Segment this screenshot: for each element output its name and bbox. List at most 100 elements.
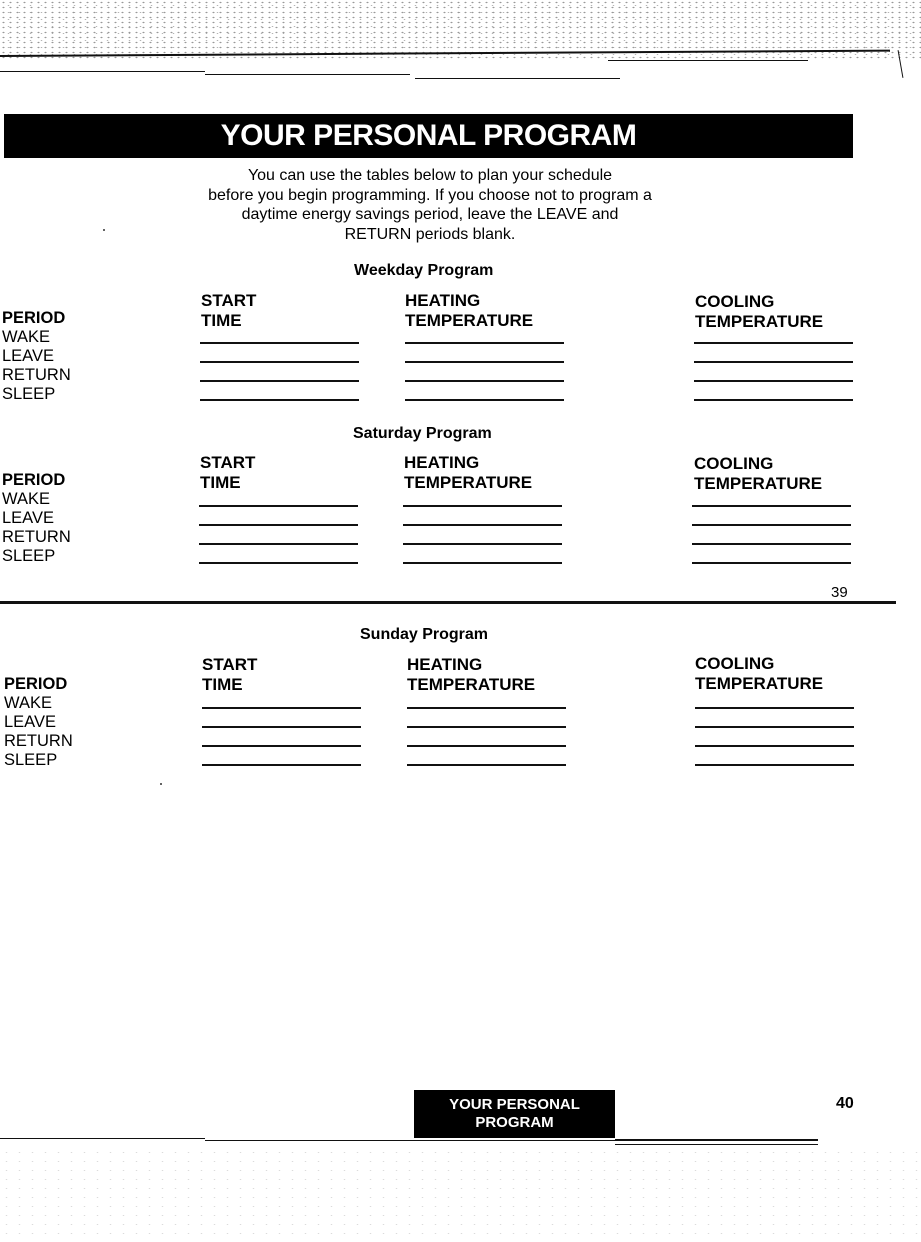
cooling-temp-blank (695, 745, 854, 747)
header-line: TIME (202, 675, 243, 694)
header-line: HEATING (405, 291, 481, 310)
intro-line: RETURN periods blank. (344, 225, 516, 243)
speck (160, 783, 162, 785)
header-line: TEMPERATURE (407, 675, 536, 694)
start-time-blank (202, 764, 361, 766)
period-header: PERIOD (2, 309, 66, 327)
footer-rule (0, 1138, 205, 1139)
footer-tab-line: PROGRAM (475, 1114, 554, 1131)
cooling-temp-blank (694, 342, 853, 344)
header-rule-5 (608, 60, 808, 61)
page-title-banner: YOUR PERSONAL PROGRAM (4, 114, 853, 158)
speck (103, 229, 105, 231)
period-sleep: SLEEP (2, 385, 56, 403)
header-rule-4 (415, 78, 620, 79)
section-title: Weekday Program (354, 262, 494, 279)
heating-temp-header: HEATING TEMPERATURE (404, 453, 532, 493)
header-line: TEMPERATURE (404, 473, 533, 492)
header-line: START (202, 655, 258, 674)
start-time-header: START TIME (201, 291, 256, 331)
header-line: TEMPERATURE (405, 311, 534, 330)
intro-line: You can use the tables below to plan you… (247, 167, 613, 184)
header-line: TEMPERATURE (695, 312, 824, 331)
period-sleep: SLEEP (4, 751, 58, 769)
intro-line: before you begin programming. If you cho… (208, 186, 652, 204)
section-title: Saturday Program (353, 425, 492, 442)
header-line: HEATING (404, 453, 480, 472)
period-wake: WAKE (2, 328, 50, 346)
period-header: PERIOD (4, 675, 68, 693)
start-time-blank (202, 745, 361, 747)
header-line: HEATING (407, 655, 483, 674)
period-column: PERIOD WAKE LEAVE RETURN SLEEP (2, 471, 71, 566)
cooling-temp-blank (692, 543, 851, 545)
heating-temp-blank (403, 505, 562, 507)
heating-temp-blank (405, 399, 564, 401)
start-time-header: START TIME (200, 453, 255, 493)
header-line: START (200, 453, 256, 472)
heating-temp-header: HEATING TEMPERATURE (407, 655, 535, 695)
heating-temp-blank (405, 361, 564, 363)
period-header: PERIOD (2, 471, 66, 489)
period-leave: LEAVE (2, 347, 54, 365)
start-time-blank (200, 342, 359, 344)
period-sleep: SLEEP (2, 547, 56, 565)
heating-temp-blank (403, 543, 562, 545)
heating-temp-blank (405, 342, 564, 344)
start-time-blank (199, 524, 358, 526)
heating-temp-blank (403, 524, 562, 526)
header-line: TEMPERATURE (695, 674, 824, 693)
header-line: TIME (201, 311, 242, 330)
start-time-blank (199, 543, 358, 545)
cooling-temp-header: COOLING TEMPERATURE (695, 654, 823, 694)
page-break-rule (0, 601, 896, 604)
footer-tab-line: YOUR PERSONAL (449, 1096, 580, 1113)
heating-temp-blank (407, 726, 566, 728)
cooling-temp-header: COOLING TEMPERATURE (695, 292, 823, 332)
heating-temp-blank (407, 707, 566, 709)
period-column: PERIOD WAKE LEAVE RETURN SLEEP (2, 309, 71, 404)
cooling-temp-blank (695, 726, 854, 728)
heating-temp-blank (403, 562, 562, 564)
header-line: TIME (200, 473, 241, 492)
period-wake: WAKE (4, 694, 52, 712)
header-line: TEMPERATURE (694, 474, 823, 493)
footer-rule (615, 1139, 818, 1141)
header-rule-3 (205, 74, 410, 75)
cooling-temp-blank (694, 361, 853, 363)
header-line: START (201, 291, 257, 310)
heating-temp-blank (407, 764, 566, 766)
period-return: RETURN (4, 732, 73, 750)
footer-section-tab: YOUR PERSONAL PROGRAM (414, 1090, 615, 1138)
heating-temp-header: HEATING TEMPERATURE (405, 291, 533, 331)
section-title: Sunday Program (360, 626, 489, 643)
start-time-header: START TIME (202, 655, 257, 695)
period-return: RETURN (2, 366, 71, 384)
intro-line: daytime energy savings period, leave the… (241, 206, 619, 223)
footer-rule (615, 1144, 818, 1145)
cooling-temp-blank (695, 764, 854, 766)
period-leave: LEAVE (2, 509, 54, 527)
header-line: COOLING (695, 654, 775, 673)
header-line: COOLING (694, 454, 774, 473)
cooling-temp-blank (695, 707, 854, 709)
header-line: COOLING (695, 292, 775, 311)
period-column: PERIOD WAKE LEAVE RETURN SLEEP (4, 675, 73, 770)
start-time-blank (202, 726, 361, 728)
period-return: RETURN (2, 528, 71, 546)
cooling-temp-blank (694, 380, 853, 382)
page-number-39: 39 (831, 584, 848, 601)
header-rule-2 (0, 71, 205, 72)
cooling-temp-header: COOLING TEMPERATURE (694, 454, 822, 494)
period-wake: WAKE (2, 490, 50, 508)
footer-rule (205, 1140, 615, 1141)
start-time-blank (202, 707, 361, 709)
cooling-temp-blank (692, 505, 851, 507)
cooling-temp-blank (692, 524, 851, 526)
start-time-blank (200, 361, 359, 363)
page-number-40: 40 (836, 1095, 854, 1112)
heating-temp-blank (405, 380, 564, 382)
start-time-blank (199, 562, 358, 564)
period-leave: LEAVE (4, 713, 56, 731)
start-time-blank (200, 399, 359, 401)
